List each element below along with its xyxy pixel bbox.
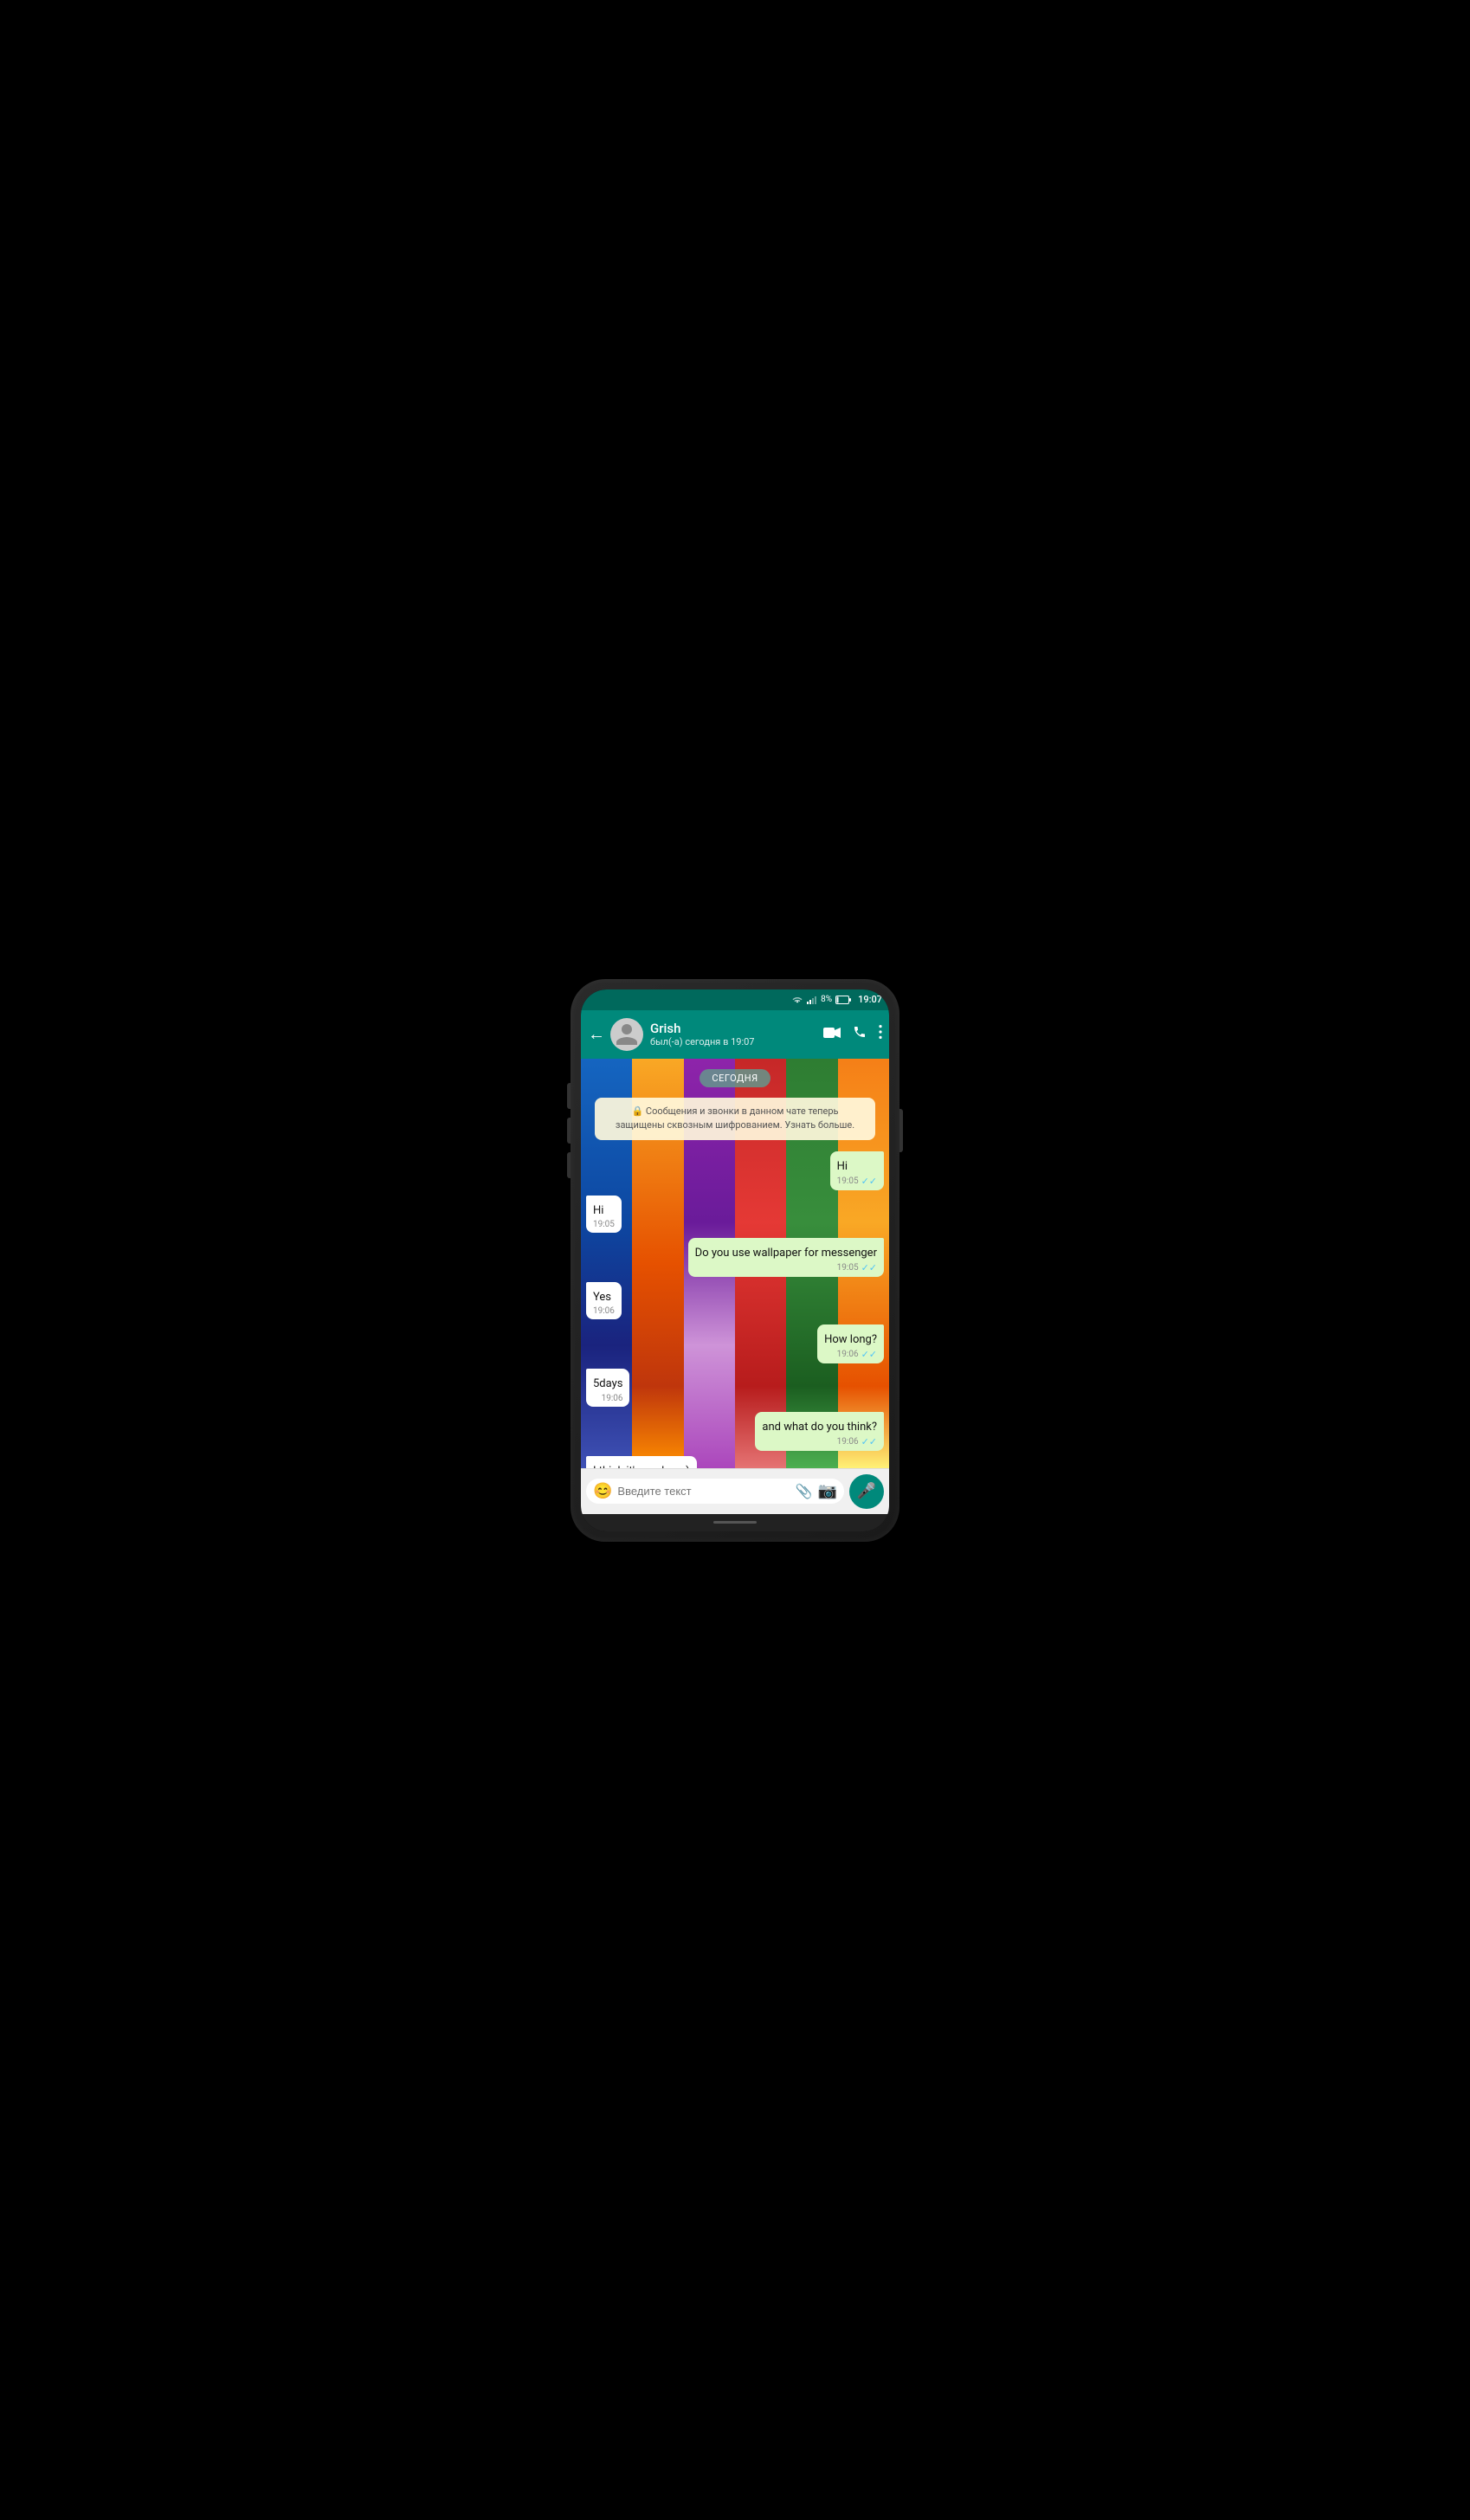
message-bubble: Hi 19:05: [586, 1196, 622, 1233]
camera-button: [567, 1152, 571, 1178]
volume-up-button: [567, 1083, 571, 1109]
date-badge: СЕГОДНЯ: [700, 1069, 770, 1087]
phone-screen: 8% 19:07 ←: [581, 989, 889, 1531]
header-actions: [823, 1025, 882, 1043]
avatar-icon: [614, 1022, 640, 1047]
message-text: Do you use wallpaper for messenger: [695, 1247, 877, 1260]
message-row: Hi 19:05 ✓✓: [586, 1151, 884, 1190]
status-icons: 8% 19:07: [791, 994, 882, 1005]
volume-down-button: [567, 1118, 571, 1144]
message-row: Yes 19:06: [586, 1282, 884, 1319]
app-header: ← Grish был(-а) сегодня в 19:07: [581, 1010, 889, 1059]
message-text: Hi: [837, 1160, 848, 1173]
signal-icon: [807, 996, 817, 1004]
message-text: and what do you think?: [762, 1421, 877, 1434]
message-meta: 19:06 ✓✓: [762, 1436, 877, 1447]
message-text: Yes: [593, 1291, 611, 1304]
message-time: 19:06: [837, 1437, 859, 1447]
message-time: 19:06: [593, 1306, 615, 1316]
contact-status: был(-а) сегодня в 19:07: [650, 1036, 823, 1047]
phone-device: 8% 19:07 ←: [571, 979, 899, 1542]
message-text: How long?: [824, 1333, 877, 1346]
message-meta: 19:05 ✓✓: [837, 1176, 877, 1187]
contact-avatar[interactable]: [610, 1018, 643, 1051]
message-time: 19:06: [602, 1394, 623, 1403]
message-bubble: I think it's cool app) 19:07: [586, 1456, 697, 1468]
messages-container: СЕГОДНЯ 🔒 Сообщения и звонки в данном ча…: [581, 1059, 889, 1468]
message-meta: 19:06 ✓✓: [824, 1349, 877, 1360]
emoji-button[interactable]: 😊: [593, 1482, 612, 1500]
message-bubble: Do you use wallpaper for messenger 19:05…: [688, 1238, 884, 1277]
message-time: 19:05: [837, 1176, 859, 1186]
message-meta: 19:06: [593, 1394, 622, 1403]
home-indicator: [713, 1521, 757, 1524]
message-bubble: Hi 19:05 ✓✓: [830, 1151, 884, 1190]
battery-icon: [835, 996, 851, 1004]
message-row: Do you use wallpaper for messenger 19:05…: [586, 1238, 884, 1277]
text-input[interactable]: [617, 1485, 790, 1498]
status-time: 19:07: [858, 994, 882, 1005]
message-row: and what do you think? 19:06 ✓✓: [586, 1412, 884, 1451]
system-message: 🔒 Сообщения и звонки в данном чате тепер…: [595, 1098, 875, 1140]
message-bubble: and what do you think? 19:06 ✓✓: [755, 1412, 884, 1451]
message-bubble: Yes 19:06: [586, 1282, 622, 1319]
check-marks: ✓✓: [861, 1349, 877, 1360]
message-bubble: How long? 19:06 ✓✓: [817, 1324, 884, 1363]
message-row: How long? 19:06 ✓✓: [586, 1324, 884, 1363]
contact-info[interactable]: Grish был(-а) сегодня в 19:07: [650, 1021, 823, 1047]
message-time: 19:06: [837, 1350, 859, 1359]
message-row: Hi 19:05: [586, 1196, 884, 1233]
message-bubble: 5days 19:06: [586, 1369, 629, 1406]
status-bar: 8% 19:07: [581, 989, 889, 1010]
power-button: [899, 1109, 903, 1152]
input-bar: 😊 📎 📷 🎤: [581, 1468, 889, 1514]
message-row: I think it's cool app) 19:07: [586, 1456, 884, 1468]
battery-percent: 8%: [821, 995, 832, 1004]
message-meta: 19:05: [593, 1220, 615, 1229]
mic-button[interactable]: 🎤: [849, 1474, 884, 1509]
chat-area[interactable]: СЕГОДНЯ 🔒 Сообщения и звонки в данном ча…: [581, 1059, 889, 1468]
app-screen: 8% 19:07 ←: [581, 989, 889, 1531]
message-text: Hi: [593, 1204, 603, 1217]
back-button[interactable]: ←: [588, 1023, 605, 1045]
wifi-icon: [791, 996, 803, 1004]
phone-call-button[interactable]: [853, 1025, 867, 1043]
message-row: 5days 19:06: [586, 1369, 884, 1406]
check-marks: ✓✓: [861, 1436, 877, 1447]
message-meta: 19:05 ✓✓: [695, 1262, 877, 1273]
message-text: I think it's cool app): [593, 1465, 690, 1468]
message-time: 19:05: [837, 1263, 859, 1273]
bottom-navigation-bar: [581, 1514, 889, 1531]
input-container: 😊 📎 📷: [586, 1479, 844, 1504]
check-marks: ✓✓: [861, 1262, 877, 1273]
camera-button[interactable]: 📷: [818, 1482, 837, 1500]
attach-button[interactable]: 📎: [796, 1483, 813, 1499]
message-meta: 19:06: [593, 1306, 615, 1316]
message-text: 5days: [593, 1377, 622, 1390]
check-marks: ✓✓: [861, 1176, 877, 1187]
video-call-button[interactable]: [823, 1025, 841, 1043]
message-time: 19:05: [593, 1220, 615, 1229]
more-options-button[interactable]: [879, 1025, 882, 1043]
contact-name: Grish: [650, 1021, 823, 1036]
